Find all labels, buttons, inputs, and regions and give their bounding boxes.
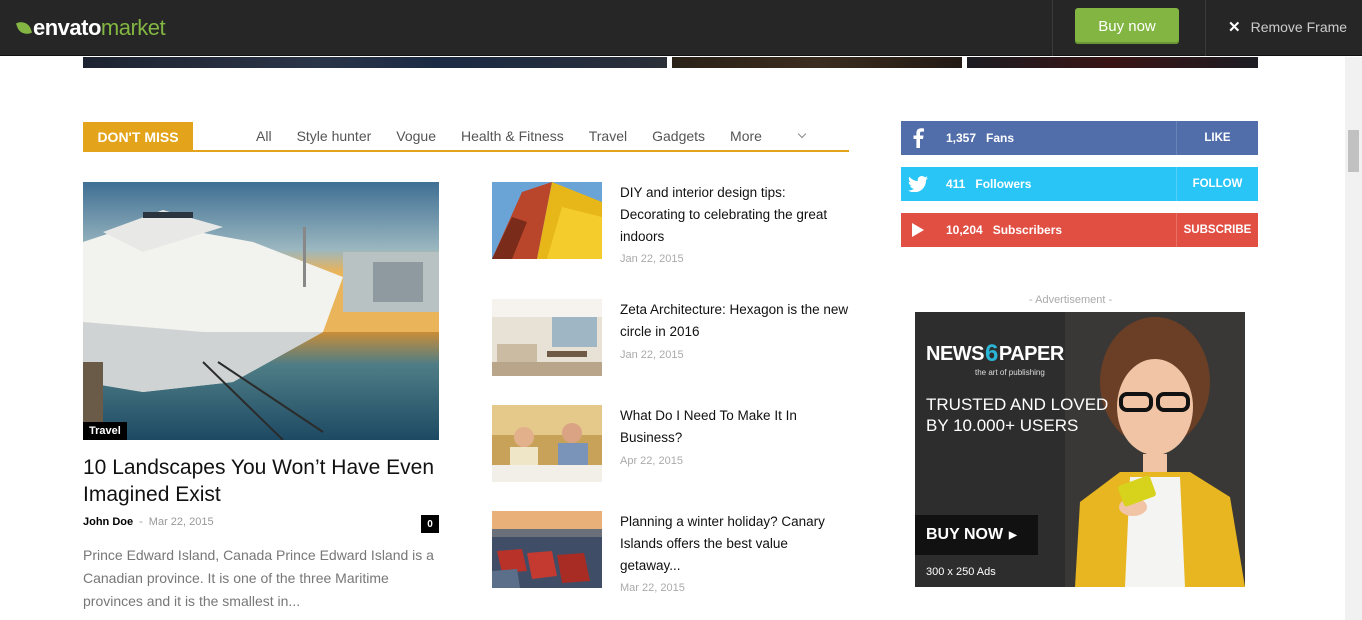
tab-gadgets[interactable]: Gadgets xyxy=(652,128,705,144)
hero-image-partial[interactable] xyxy=(967,57,1258,68)
post-meta: John Doe - Mar 22, 2015 xyxy=(83,516,214,528)
tab-vogue[interactable]: Vogue xyxy=(396,128,436,144)
ad-logo-right: PAPER xyxy=(998,342,1064,365)
divider xyxy=(1052,0,1053,56)
tab-all[interactable]: All xyxy=(256,128,272,144)
post-title[interactable]: What Do I Need To Make It In Business? xyxy=(620,405,850,449)
post-title[interactable]: Zeta Architecture: Hexagon is the new ci… xyxy=(620,299,850,343)
ad-size-label: 300 x 250 Ads xyxy=(926,566,996,578)
post-thumbnail[interactable] xyxy=(492,299,602,376)
divider xyxy=(83,150,849,152)
ad-buy-label: BUY NOW xyxy=(926,526,1004,543)
newspaper-logo: NEWS 6 PAPER xyxy=(926,340,1064,368)
caret-right-icon: ▶ xyxy=(1009,529,1017,541)
post-date: Mar 22, 2015 xyxy=(148,516,214,528)
youtube-label: Subscribers xyxy=(992,223,1063,237)
ad-logo-left: NEWS xyxy=(926,342,985,365)
ad-headline: TRUSTED AND LOVED BY 10.000+ USERS xyxy=(926,395,1109,435)
post-date: Jan 22, 2015 xyxy=(620,349,684,361)
dont-miss-heading: DON'T MISS xyxy=(83,122,193,152)
twitter-counter[interactable]: 411 Followers FOLLOW xyxy=(901,167,1258,201)
youtube-icon xyxy=(901,213,935,247)
tab-more[interactable]: More xyxy=(730,128,830,144)
twitter-label: Followers xyxy=(975,177,1032,191)
chevron-down-icon xyxy=(797,129,807,139)
divider xyxy=(1205,0,1206,56)
ad-buy-now-button[interactable]: BUY NOW ▶ xyxy=(915,515,1038,555)
advertisement-banner[interactable]: NEWS 6 PAPER the art of publishing TRUST… xyxy=(915,312,1245,587)
ad-tagline: the art of publishing xyxy=(975,368,1045,377)
featured-post-excerpt: Prince Edward Island, Canada Prince Edwa… xyxy=(83,547,434,609)
youtube-count: 10,204 xyxy=(946,223,983,237)
featured-post-image[interactable] xyxy=(83,182,439,440)
tab-health-fitness[interactable]: Health & Fitness xyxy=(461,128,564,144)
comment-count-badge[interactable]: 0 xyxy=(421,515,439,533)
post-date: Mar 22, 2015 xyxy=(620,582,685,594)
post-thumbnail[interactable] xyxy=(492,182,602,259)
facebook-count: 1,357 xyxy=(946,131,977,145)
post-title[interactable]: Planning a winter holiday? Canary Island… xyxy=(620,511,850,577)
close-icon: ✕ xyxy=(1228,19,1241,36)
scrollbar-thumb[interactable] xyxy=(1348,130,1359,172)
envato-topbar: envato market Buy now ✕ Remove Frame xyxy=(0,0,1362,56)
post-date: Jan 22, 2015 xyxy=(620,253,684,265)
like-button[interactable]: LIKE xyxy=(1176,121,1258,155)
remove-frame-label: Remove Frame xyxy=(1250,19,1348,35)
meta-separator: - xyxy=(139,516,143,528)
ad-logo-six: 6 xyxy=(985,340,998,367)
facebook-icon xyxy=(901,121,935,155)
category-badge[interactable]: Travel xyxy=(83,422,127,440)
post-thumbnail[interactable] xyxy=(492,511,602,588)
logo-envato-text: envato xyxy=(33,15,101,40)
buy-now-button[interactable]: Buy now xyxy=(1075,8,1179,44)
featured-post-title[interactable]: 10 Landscapes You Won’t Have Even Imagin… xyxy=(83,454,443,508)
facebook-counter[interactable]: 1,357 Fans LIKE xyxy=(901,121,1258,155)
hero-image-partial[interactable] xyxy=(672,57,962,68)
tab-more-label: More xyxy=(730,128,762,144)
twitter-icon xyxy=(901,167,935,201)
youtube-counter[interactable]: 10,204 Subscribers SUBSCRIBE xyxy=(901,213,1258,247)
logo-market-text: market xyxy=(100,15,166,40)
post-date: Apr 22, 2015 xyxy=(620,455,683,467)
twitter-count: 411 xyxy=(946,177,966,191)
envato-market-logo[interactable]: envato market xyxy=(15,14,166,42)
category-filter-tabs: All Style hunter Vogue Health & Fitness … xyxy=(256,128,855,144)
subscribe-button[interactable]: SUBSCRIBE xyxy=(1176,213,1258,247)
post-thumbnail[interactable] xyxy=(492,405,602,482)
tab-travel[interactable]: Travel xyxy=(589,128,627,144)
leaf-icon xyxy=(15,19,33,37)
post-title[interactable]: DIY and interior design tips: Decorating… xyxy=(620,182,850,248)
tab-style-hunter[interactable]: Style hunter xyxy=(297,128,372,144)
hero-image-partial[interactable] xyxy=(83,57,667,68)
remove-frame-button[interactable]: ✕ Remove Frame xyxy=(1228,18,1347,36)
follow-button[interactable]: FOLLOW xyxy=(1176,167,1258,201)
facebook-label: Fans xyxy=(986,131,1015,145)
advertisement-label: - Advertisement - xyxy=(1029,294,1113,306)
author-link[interactable]: John Doe xyxy=(83,516,133,528)
